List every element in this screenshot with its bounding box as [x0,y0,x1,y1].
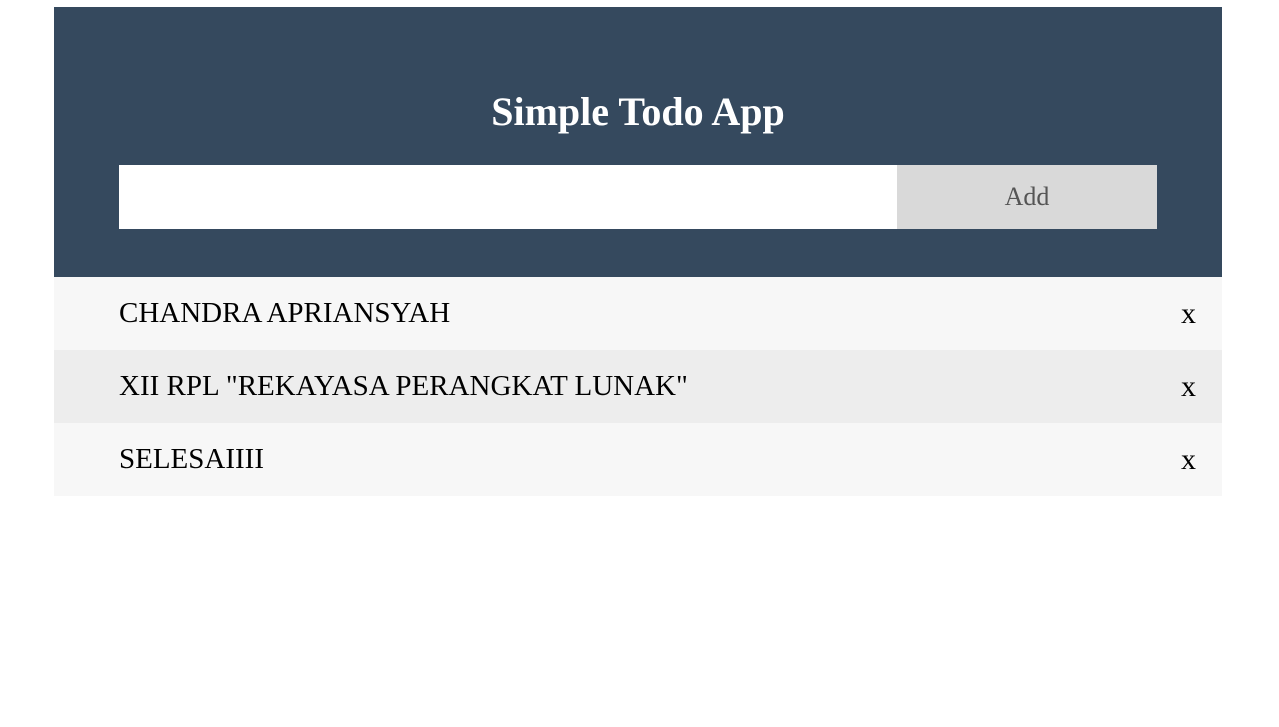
todo-text: SELESAIIII [119,443,264,475]
delete-button[interactable]: x [1181,277,1196,350]
todo-text: XII RPL "REKAYASA PERANGKAT LUNAK" [119,370,688,402]
todo-list: CHANDRA APRIANSYAH x XII RPL "REKAYASA P… [54,277,1222,496]
add-button[interactable]: Add [897,165,1157,229]
delete-button[interactable]: x [1181,423,1196,496]
delete-button[interactable]: x [1181,350,1196,423]
add-todo-form: Add [119,165,1157,229]
header: Simple Todo App Add [54,7,1222,277]
list-item: CHANDRA APRIANSYAH x [54,277,1222,350]
todo-input[interactable] [119,165,897,229]
list-item: SELESAIIII x [54,423,1222,496]
list-item: XII RPL "REKAYASA PERANGKAT LUNAK" x [54,350,1222,423]
todo-app: Simple Todo App Add CHANDRA APRIANSYAH x… [54,7,1222,496]
page-title: Simple Todo App [491,89,785,134]
todo-text: CHANDRA APRIANSYAH [119,297,451,329]
